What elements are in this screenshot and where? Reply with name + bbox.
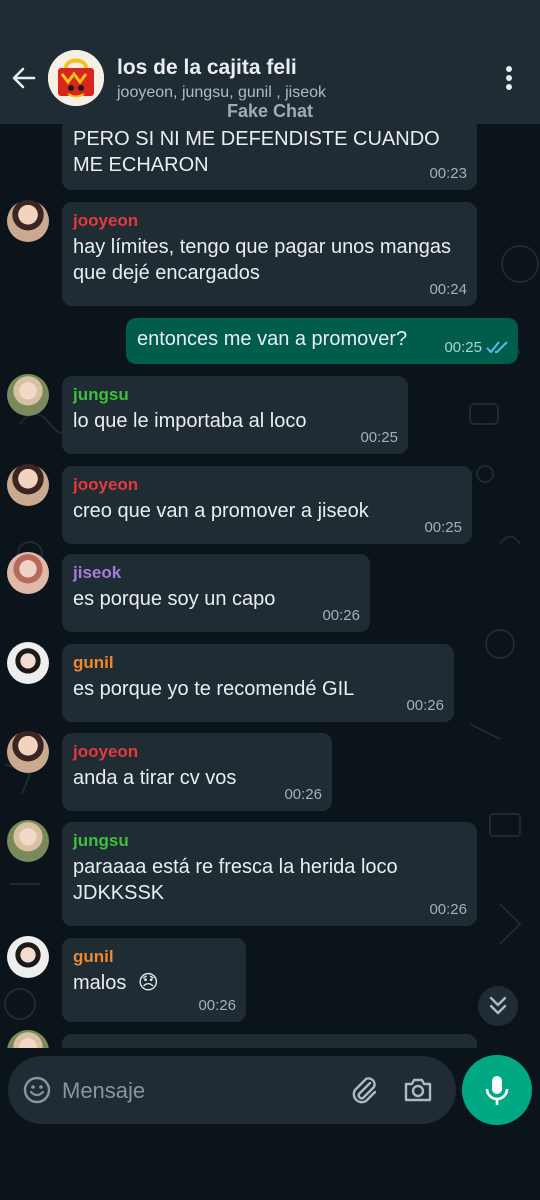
message-text: es porque soy un capo bbox=[73, 588, 276, 610]
sender-name[interactable]: jungsu bbox=[73, 384, 396, 406]
message-bubble[interactable]: jooyeon hay límites, tengo que pagar uno… bbox=[62, 202, 477, 306]
message-text: anda a tirar cv vos bbox=[73, 767, 237, 789]
message-bubble[interactable]: jooyeon anda a tirar cv vos 00:26 bbox=[62, 733, 332, 811]
sender-name[interactable]: jungsu bbox=[73, 830, 465, 852]
message-time: 00:25 bbox=[360, 429, 398, 446]
sender-name[interactable]: jooyeon bbox=[73, 474, 460, 496]
avatar-jiseok[interactable] bbox=[7, 552, 49, 594]
avatar-jooyeon[interactable] bbox=[7, 200, 49, 242]
group-avatar[interactable] bbox=[48, 50, 104, 106]
sender-name[interactable]: jooyeon bbox=[73, 741, 320, 763]
avatar-gunil[interactable] bbox=[7, 936, 49, 978]
message-bubble[interactable]: jungsu lo que le importaba al loco 00:25 bbox=[62, 376, 408, 454]
avatar-jungsu[interactable] bbox=[7, 374, 49, 416]
message-input[interactable] bbox=[60, 1070, 334, 1112]
message-text: paraaaa está re fresca la herida loco JD… bbox=[73, 856, 398, 904]
sender-name[interactable]: gunil bbox=[73, 946, 234, 968]
message-text: lo que le importaba al loco bbox=[73, 410, 307, 432]
chat-area[interactable]: PERO SI NI ME DEFENDISTE CUANDO ME ECHAR… bbox=[0, 124, 540, 1048]
message-bubble[interactable]: jiseok es porque soy un capo 00:26 bbox=[62, 554, 370, 632]
chat-title[interactable]: los de la cajita feli bbox=[117, 56, 297, 80]
message-bubble[interactable]: jungsu paraaaa está re fresca la herida … bbox=[62, 822, 477, 926]
message-text: creo que van a promover a jiseok bbox=[73, 500, 369, 522]
message-bubble[interactable]: gunil es porque yo te recomendé GIL 00:2… bbox=[62, 644, 454, 722]
happy-meal-box-icon bbox=[48, 50, 104, 106]
fake-chat-watermark: Fake Chat bbox=[226, 101, 314, 121]
message-bubble[interactable]: gunil malos 😞 00:26 bbox=[62, 938, 246, 1022]
message-time: 00:25 bbox=[424, 519, 462, 536]
smiley-icon[interactable] bbox=[22, 1075, 52, 1105]
message-time: 00:24 bbox=[429, 281, 467, 298]
outgoing-message-bubble[interactable]: entonces me van a promover? 00:25 bbox=[126, 318, 518, 364]
chat-members[interactable]: jooyeon, jungsu, gunil , jiseok bbox=[117, 84, 326, 102]
message-bubble[interactable]: PERO SI NI ME DEFENDISTE CUANDO ME ECHAR… bbox=[62, 124, 477, 190]
message-text: malos bbox=[73, 972, 127, 994]
message-time: 00:25 bbox=[444, 339, 482, 356]
more-vertical-icon[interactable] bbox=[496, 64, 522, 92]
message-time: 00:23 bbox=[429, 165, 467, 182]
camera-icon[interactable] bbox=[402, 1074, 434, 1106]
message-time: 00:26 bbox=[322, 607, 360, 624]
double-chevron-down-icon bbox=[489, 996, 507, 1015]
chat-header: los de la cajita feli jooyeon, jungsu, g… bbox=[0, 0, 540, 124]
message-content: malos 😞 bbox=[73, 970, 234, 996]
avatar-gunil[interactable] bbox=[7, 642, 49, 684]
avatar-jooyeon[interactable] bbox=[7, 464, 49, 506]
message-bubble-partial[interactable] bbox=[62, 1034, 477, 1048]
sender-name[interactable]: jiseok bbox=[73, 562, 358, 584]
message-time: 00:26 bbox=[406, 697, 444, 714]
message-composer bbox=[8, 1056, 456, 1124]
paperclip-icon[interactable] bbox=[348, 1074, 380, 1106]
message-text: hay límites, tengo que pagar unos mangas… bbox=[73, 236, 452, 284]
message-text: es porque yo te recomendé GIL bbox=[73, 678, 355, 700]
disappointed-face-emoji: 😞 bbox=[137, 972, 159, 994]
sender-name[interactable]: gunil bbox=[73, 652, 442, 674]
back-arrow-icon[interactable] bbox=[10, 64, 38, 92]
message-text: PERO SI NI ME DEFENDISTE CUANDO ME ECHAR… bbox=[73, 128, 440, 176]
microphone-icon bbox=[485, 1076, 509, 1105]
voice-record-button[interactable] bbox=[462, 1055, 532, 1125]
sender-name[interactable]: jooyeon bbox=[73, 210, 465, 232]
scroll-to-bottom-button[interactable] bbox=[478, 986, 518, 1026]
message-time: 00:26 bbox=[284, 786, 322, 803]
avatar-jungsu[interactable] bbox=[7, 820, 49, 862]
message-time: 00:26 bbox=[198, 997, 236, 1014]
message-time: 00:26 bbox=[429, 901, 467, 918]
message-bubble[interactable]: jooyeon creo que van a promover a jiseok… bbox=[62, 466, 472, 544]
avatar-jooyeon[interactable] bbox=[7, 731, 49, 773]
read-receipt-icon bbox=[486, 341, 508, 354]
